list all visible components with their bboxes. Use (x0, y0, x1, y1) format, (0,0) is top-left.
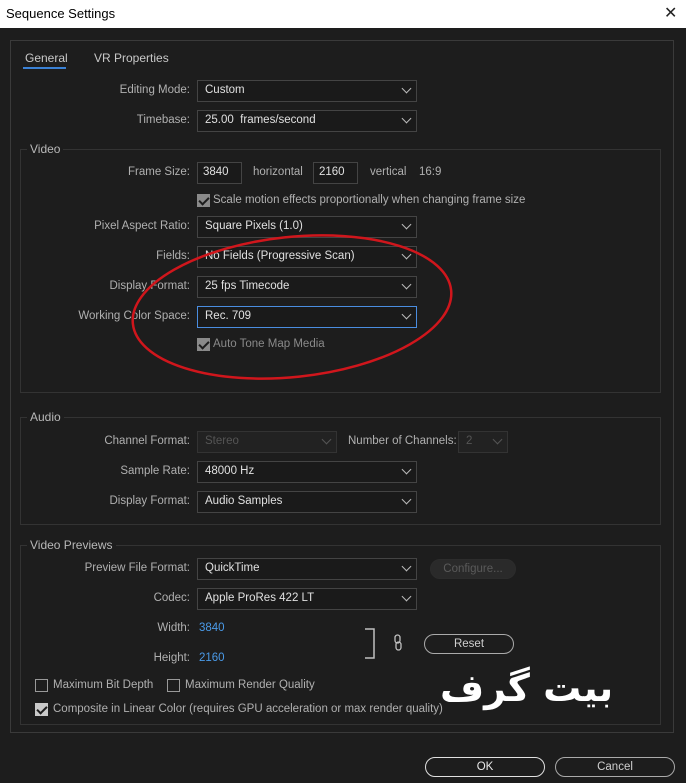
frame-height-input[interactable]: 2160 (313, 162, 358, 184)
scale-motion-checkbox[interactable] (197, 194, 210, 207)
timebase-label: Timebase: (136, 114, 190, 126)
chevron-down-icon (401, 494, 412, 505)
preview-format-value: QuickTime (205, 562, 260, 574)
preview-format-label: Preview File Format: (84, 562, 190, 574)
codec-value: Apple ProRes 422 LT (205, 592, 315, 604)
preview-height-value[interactable]: 2160 (199, 652, 225, 664)
max-render-quality-checkbox[interactable] (167, 679, 180, 692)
max-bit-depth-checkbox[interactable] (35, 679, 48, 692)
channel-format-label: Channel Format: (104, 435, 190, 447)
close-icon[interactable]: ✕ (664, 3, 677, 23)
sample-rate-label: Sample Rate: (120, 465, 190, 477)
chevron-down-icon (401, 113, 412, 124)
cancel-button[interactable]: Cancel (555, 757, 675, 777)
num-channels-select[interactable]: 2 (458, 431, 508, 453)
audio-group-title: Audio (27, 410, 64, 424)
audio-display-format-label: Display Format: (109, 495, 190, 507)
linear-color-checkbox[interactable] (35, 703, 48, 716)
preview-width-value[interactable]: 3840 (199, 622, 225, 634)
max-render-quality-label: Maximum Render Quality (185, 679, 315, 691)
chevron-down-icon (321, 434, 332, 445)
pixel-aspect-value: Square Pixels (1.0) (205, 220, 303, 232)
editing-mode-label: Editing Mode: (119, 84, 190, 96)
video-group-title: Video (27, 142, 64, 156)
chevron-down-icon (401, 219, 412, 230)
sample-rate-select[interactable]: 48000 Hz (197, 461, 417, 483)
scale-motion-label: Scale motion effects proportionally when… (213, 194, 526, 206)
vertical-label: vertical (370, 166, 407, 178)
sample-rate-value: 48000 Hz (205, 465, 255, 477)
chevron-down-icon (401, 464, 412, 475)
reset-button[interactable]: Reset (424, 634, 514, 654)
editing-mode-select[interactable]: Custom (197, 80, 417, 102)
tab-active-indicator (23, 67, 66, 69)
ok-button[interactable]: OK (425, 757, 545, 777)
chevron-down-icon (401, 561, 412, 572)
timebase-value: 25.00 frames/second (205, 114, 316, 126)
configure-button[interactable]: Configure... (430, 559, 516, 579)
annotation-ellipse (131, 234, 453, 380)
tab-vr-properties[interactable]: VR Properties (94, 51, 169, 65)
pixel-aspect-label: Pixel Aspect Ratio: (94, 220, 190, 232)
num-channels-value: 2 (466, 435, 473, 447)
watermark-text: بیت گرف (440, 666, 614, 710)
window-title: Sequence Settings (6, 6, 116, 21)
chevron-down-icon (401, 83, 412, 94)
preview-width-label: Width: (157, 622, 190, 634)
frame-size-label: Frame Size: (128, 166, 190, 178)
video-previews-title: Video Previews (27, 538, 116, 552)
horizontal-label: horizontal (253, 166, 303, 178)
editing-mode-value: Custom (205, 84, 245, 96)
timebase-select[interactable]: 25.00 frames/second (197, 110, 417, 132)
num-channels-label: Number of Channels: (348, 435, 457, 447)
channel-format-value: Stereo (205, 435, 239, 447)
chevron-down-icon (401, 591, 412, 602)
preview-format-select[interactable]: QuickTime (197, 558, 417, 580)
title-bar: Sequence Settings ✕ (0, 0, 686, 28)
audio-display-format-value: Audio Samples (205, 495, 283, 507)
aspect-ratio-text: 16:9 (419, 166, 442, 178)
linear-color-label: Composite in Linear Color (requires GPU … (53, 703, 443, 715)
chevron-down-icon (492, 434, 503, 445)
chain-link-icon[interactable] (392, 634, 404, 652)
codec-label: Codec: (153, 592, 190, 604)
audio-display-format-select[interactable]: Audio Samples (197, 491, 417, 513)
codec-select[interactable]: Apple ProRes 422 LT (197, 588, 417, 610)
link-bracket-icon (365, 628, 375, 659)
preview-height-label: Height: (153, 652, 190, 664)
max-bit-depth-label: Maximum Bit Depth (53, 679, 154, 691)
tab-general[interactable]: General (25, 51, 68, 65)
channel-format-select[interactable]: Stereo (197, 431, 337, 453)
frame-width-input[interactable]: 3840 (197, 162, 242, 184)
